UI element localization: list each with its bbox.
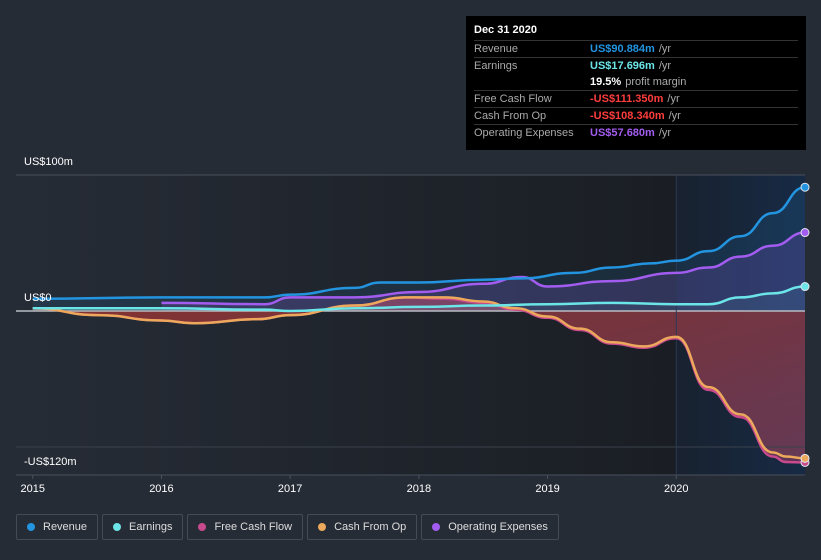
endpoint-marker	[800, 182, 810, 192]
tooltip-row: Operating Expenses US$57.680m/yr	[474, 124, 798, 141]
tooltip-row: Cash From Op -US$108.340m/yr	[474, 107, 798, 124]
tooltip-value: -US$108.340m	[590, 110, 665, 122]
tooltip-row: Free Cash Flow -US$111.350m/yr	[474, 90, 798, 107]
legend: Revenue Earnings Free Cash Flow Cash From O…	[16, 514, 559, 540]
legend-item-operating-expenses[interactable]: Operating Expenses	[421, 514, 559, 540]
legend-label: Earnings	[129, 521, 173, 533]
y-tick-label: US$0	[24, 292, 52, 304]
legend-label: Cash From Op	[334, 521, 407, 533]
tooltip-label: Revenue	[474, 43, 519, 55]
legend-dot-icon	[318, 523, 327, 531]
tooltip-value: US$90.884m	[590, 43, 655, 55]
tooltip-unit: /yr	[658, 127, 672, 139]
legend-label: Free Cash Flow	[214, 521, 293, 533]
x-tick-label: 2018	[407, 483, 431, 495]
tooltip-label: Cash From Op	[474, 110, 547, 122]
legend-label: Revenue	[43, 521, 88, 533]
tooltip-label	[474, 74, 590, 90]
endpoint-marker	[800, 453, 810, 463]
tooltip-panel: Dec 31 2020 Revenue US$90.884m/yr Earnings…	[466, 16, 806, 150]
endpoint-marker	[800, 228, 810, 238]
y-tick-label: -US$120m	[24, 456, 77, 468]
tooltip-value: US$57.680m	[590, 127, 655, 139]
x-tick-label: 2019	[535, 483, 559, 495]
legend-dot-icon	[432, 523, 441, 531]
endpoint-marker	[800, 282, 810, 292]
x-tick-label: 2017	[278, 483, 302, 495]
legend-dot-icon	[198, 523, 207, 531]
tooltip-label: Earnings	[474, 60, 518, 72]
tooltip-row: 19.5% profit margin	[474, 74, 798, 90]
x-tick-label: 2020	[664, 483, 688, 495]
tooltip-unit: /yr	[658, 60, 672, 72]
tooltip-row: Revenue US$90.884m/yr	[474, 40, 798, 57]
tooltip-date: Dec 31 2020	[474, 24, 537, 36]
tooltip-unit: /yr	[667, 93, 680, 105]
legend-dot-icon	[113, 523, 122, 531]
legend-item-earnings[interactable]: Earnings	[102, 514, 184, 540]
y-tick-label: US$100m	[24, 156, 73, 168]
legend-item-cash-from-op[interactable]: Cash From Op	[307, 514, 418, 540]
tooltip-unit: /yr	[658, 43, 672, 55]
x-tick-label: 2015	[20, 483, 44, 495]
tooltip-label: Operating Expenses	[474, 127, 574, 139]
tooltip-value: -US$111.350m	[590, 93, 664, 105]
tooltip-label: Free Cash Flow	[474, 93, 552, 105]
legend-item-free-cash-flow[interactable]: Free Cash Flow	[187, 514, 304, 540]
tooltip-unit: profit margin	[625, 76, 687, 88]
x-tick-label: 2016	[149, 483, 173, 495]
tooltip-row: Earnings US$17.696m/yr	[474, 57, 798, 74]
tooltip-unit: /yr	[668, 110, 681, 122]
legend-label: Operating Expenses	[448, 521, 548, 533]
legend-item-revenue[interactable]: Revenue	[16, 514, 99, 540]
tooltip-value: 19.5%	[590, 76, 622, 88]
legend-dot-icon	[27, 523, 35, 531]
tooltip-value: US$17.696m	[590, 60, 655, 72]
x-axis: 2015 2016 2017 2018 2019 2020	[20, 475, 689, 495]
